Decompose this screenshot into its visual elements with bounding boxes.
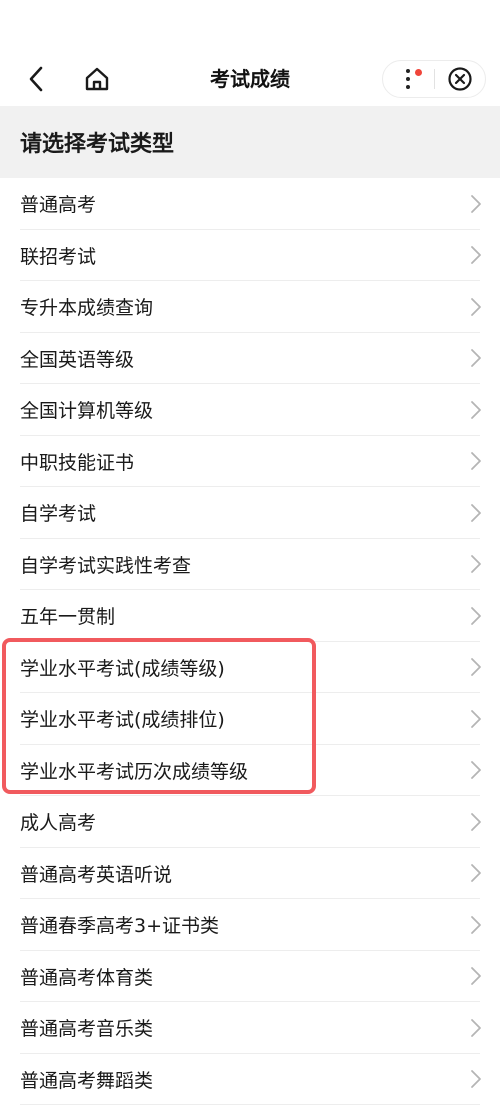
chevron-right-icon xyxy=(471,555,481,574)
list-item[interactable]: 中职技能证书 xyxy=(0,436,500,488)
list-item-label: 五年一贯制 xyxy=(20,606,116,629)
chevron-right-icon xyxy=(471,194,481,213)
list-item-label: 自学考试实践性考查 xyxy=(20,554,192,577)
list-item-label: 自学考试 xyxy=(20,503,97,526)
mini-program-capsule xyxy=(382,60,486,98)
status-bar-area xyxy=(0,0,500,52)
nav-bar: 考试成绩 xyxy=(0,52,500,106)
chevron-right-icon xyxy=(471,812,481,831)
close-button[interactable] xyxy=(435,61,486,97)
chevron-right-icon xyxy=(471,658,481,677)
exam-type-list: 普通高考 联招考试 专升本成绩查询 全国英语等级 全国计算机等级 中职技能证书 … xyxy=(0,178,500,1105)
list-item-label: 普通高考体育类 xyxy=(20,966,154,989)
close-circle-icon xyxy=(448,67,472,91)
list-item-label: 学业水平考试(成绩等级) xyxy=(20,657,225,680)
list-item-label: 全国计算机等级 xyxy=(20,400,154,423)
list-item[interactable]: 自学考试实践性考查 xyxy=(0,539,500,591)
list-item-label: 普通高考英语听说 xyxy=(20,863,173,886)
chevron-left-icon xyxy=(29,66,43,92)
section-header: 请选择考试类型 xyxy=(0,106,500,178)
list-item[interactable]: 成人高考 xyxy=(0,796,500,848)
list-item[interactable]: 专升本成绩查询 xyxy=(0,281,500,333)
list-item-label: 普通高考音乐类 xyxy=(20,1018,154,1041)
home-icon xyxy=(85,67,109,91)
more-dots-icon xyxy=(406,69,411,89)
list-item-label: 联招考试 xyxy=(20,245,97,268)
list-item-label: 中职技能证书 xyxy=(20,451,135,474)
back-button[interactable] xyxy=(22,65,50,93)
chevron-right-icon xyxy=(471,297,481,316)
list-item[interactable]: 学业水平考试历次成绩等级 xyxy=(0,745,500,797)
chevron-right-icon xyxy=(471,349,481,368)
chevron-right-icon xyxy=(471,1018,481,1037)
chevron-right-icon xyxy=(471,606,481,625)
list-item-label: 成人高考 xyxy=(20,812,97,835)
more-button[interactable] xyxy=(383,61,434,97)
chevron-right-icon xyxy=(471,915,481,934)
chevron-right-icon xyxy=(471,864,481,883)
chevron-right-icon xyxy=(471,1070,481,1089)
list-item-label: 学业水平考试历次成绩等级 xyxy=(20,760,249,783)
list-item[interactable]: 普通高考体育类 xyxy=(0,951,500,1003)
list-item[interactable]: 普通高考舞蹈类 xyxy=(0,1054,500,1106)
home-button[interactable] xyxy=(82,64,112,94)
list-item[interactable]: 五年一贯制 xyxy=(0,590,500,642)
list-item-label: 普通高考 xyxy=(20,194,97,217)
chevron-right-icon xyxy=(471,246,481,265)
list-item[interactable]: 普通高考音乐类 xyxy=(0,1002,500,1054)
chevron-right-icon xyxy=(471,452,481,471)
chevron-right-icon xyxy=(471,400,481,419)
chevron-right-icon xyxy=(471,503,481,522)
list-item-label: 普通春季高考3+证书类 xyxy=(20,915,220,938)
list-item[interactable]: 普通春季高考3+证书类 xyxy=(0,899,500,951)
list-item[interactable]: 全国计算机等级 xyxy=(0,384,500,436)
list-item-label: 普通高考舞蹈类 xyxy=(20,1069,154,1092)
list-item[interactable]: 自学考试 xyxy=(0,487,500,539)
list-item-label: 专升本成绩查询 xyxy=(20,297,154,320)
list-item[interactable]: 普通高考英语听说 xyxy=(0,848,500,900)
list-item[interactable]: 学业水平考试(成绩排位) xyxy=(0,693,500,745)
chevron-right-icon xyxy=(471,967,481,986)
list-item[interactable]: 普通高考 xyxy=(0,178,500,230)
list-item-label: 全国英语等级 xyxy=(20,348,135,371)
notification-dot xyxy=(415,69,422,76)
chevron-right-icon xyxy=(471,761,481,780)
list-item-label: 学业水平考试(成绩排位) xyxy=(20,709,225,732)
list-item[interactable]: 联招考试 xyxy=(0,230,500,282)
list-item[interactable]: 全国英语等级 xyxy=(0,333,500,385)
chevron-right-icon xyxy=(471,709,481,728)
list-item[interactable]: 学业水平考试(成绩等级) xyxy=(0,642,500,694)
